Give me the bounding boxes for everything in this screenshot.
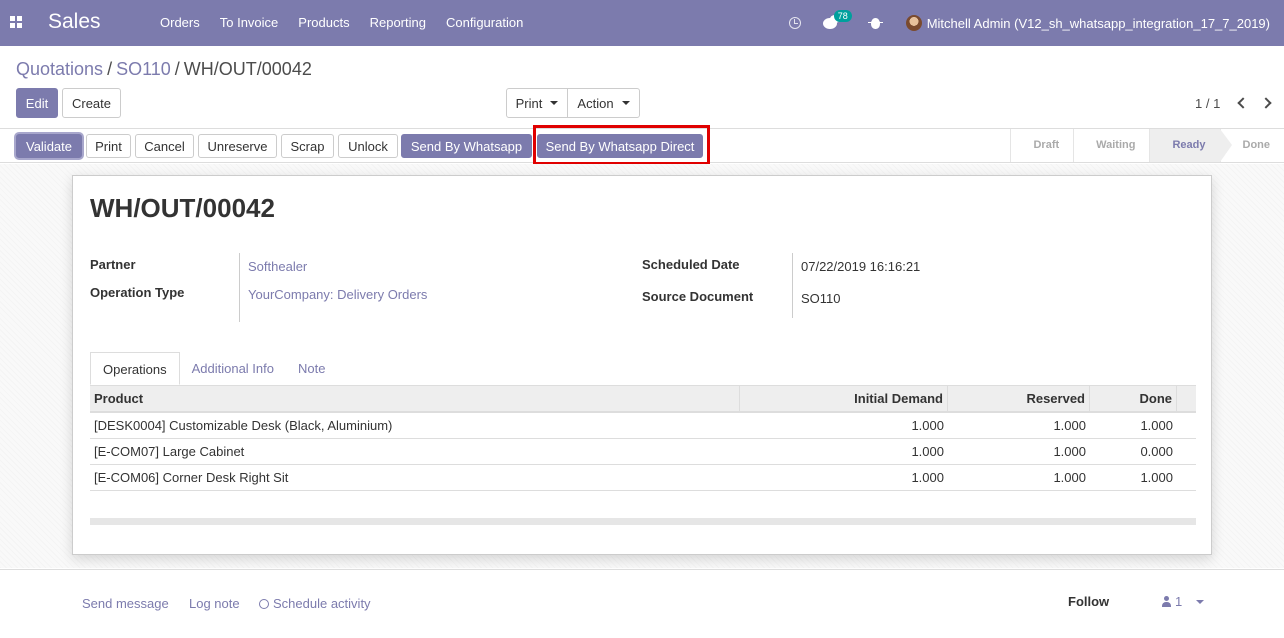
action-dropdown[interactable]: Action [567, 88, 640, 118]
follow-button[interactable]: Follow [1068, 594, 1109, 609]
caret-down-icon [550, 101, 559, 105]
caret-down-icon [621, 101, 630, 105]
cell-product: [DESK0004] Customizable Desk (Black, Alu… [94, 418, 393, 433]
field-divider [792, 253, 793, 318]
pager-next-icon[interactable] [1260, 97, 1272, 109]
pager-previous-icon[interactable] [1237, 97, 1249, 109]
systray: 78 Mitchell Admin (V12_sh_whatsapp_integ… [788, 0, 1270, 46]
main-menu: Orders To Invoice Products Reporting Con… [150, 0, 533, 46]
print-dropdown-label: Print [515, 95, 543, 111]
create-button[interactable]: Create [62, 88, 121, 118]
stage-draft: Draft [1010, 129, 1073, 162]
validate-button[interactable]: Validate [16, 134, 82, 158]
menu-orders[interactable]: Orders [150, 0, 210, 46]
tab-operations[interactable]: Operations [90, 352, 180, 385]
record-title: WH/OUT/00042 [90, 193, 275, 223]
operations-table: Product Initial Demand Reserved Done [DE… [90, 385, 1196, 491]
stage-waiting: Waiting [1073, 129, 1149, 162]
caret-down-icon [1196, 599, 1205, 604]
table-header: Product Initial Demand Reserved Done [90, 385, 1196, 413]
cell-reserved: 1.000 [1053, 444, 1086, 459]
messages-badge: 78 [833, 9, 852, 22]
unlock-button[interactable]: Unlock [338, 134, 398, 158]
tab-additional-info[interactable]: Additional Info [180, 352, 286, 385]
send-by-whatsapp-button[interactable]: Send By Whatsapp [401, 134, 532, 158]
breadcrumb-so[interactable]: SO110 [116, 59, 171, 79]
breadcrumb: Quotations / SO110/WH/OUT/00042 [16, 59, 312, 80]
cell-product: [E-COM06] Corner Desk Right Sit [94, 470, 289, 485]
source-document-value: SO110 [801, 291, 841, 306]
log-note-button[interactable]: Log note [189, 596, 240, 611]
action-dropdown-label: Action [577, 95, 614, 111]
cell-done: 1.000 [1140, 418, 1173, 433]
cell-done: 1.000 [1140, 470, 1173, 485]
form-sheet: WH/OUT/00042 Partner Operation Type Soft… [72, 175, 1212, 555]
unreserve-button[interactable]: Unreserve [198, 134, 277, 158]
print-dropdown[interactable]: Print [506, 88, 568, 118]
schedule-activity-label: Schedule activity [273, 596, 371, 611]
menu-to-invoice[interactable]: To Invoice [210, 0, 289, 46]
breadcrumb-separator: / [174, 59, 180, 79]
schedule-activity-button[interactable]: Schedule activity [259, 596, 371, 611]
followers-count: 1 [1175, 594, 1183, 609]
operation-type-value[interactable]: YourCompany: Delivery Orders [248, 287, 427, 302]
column-extra [1177, 386, 1196, 412]
messages-icon[interactable]: 78 [822, 9, 852, 29]
top-navbar: Sales Orders To Invoice Products Reporti… [0, 0, 1284, 46]
debug-bug-icon[interactable] [867, 17, 883, 29]
notebook-tabs: Operations Additional Info Note [90, 352, 337, 385]
table-row[interactable]: [E-COM06] Corner Desk Right Sit 1.000 1.… [90, 465, 1196, 491]
user-icon [1162, 596, 1171, 607]
breadcrumb-separator: / [107, 59, 113, 79]
activity-clock-icon[interactable] [788, 17, 801, 29]
column-initial-demand[interactable]: Initial Demand [740, 386, 948, 412]
apps-menu-icon[interactable] [10, 16, 22, 28]
scheduled-date-label: Scheduled Date [642, 257, 740, 272]
menu-configuration[interactable]: Configuration [436, 0, 533, 46]
avatar[interactable] [905, 15, 922, 31]
chatter: Send message Log note Schedule activity … [0, 569, 1284, 638]
cell-initial-demand: 1.000 [911, 418, 944, 433]
breadcrumb-current: WH/OUT/00042 [183, 59, 312, 79]
followers-dropdown[interactable]: 1 [1162, 594, 1205, 609]
scrap-button[interactable]: Scrap [281, 134, 334, 158]
table-row[interactable]: [DESK0004] Customizable Desk (Black, Alu… [90, 413, 1196, 439]
partner-value[interactable]: Softhealer [248, 259, 307, 274]
table-footer [90, 518, 1196, 525]
table-row[interactable]: [E-COM07] Large Cabinet 1.000 1.000 0.00… [90, 439, 1196, 465]
column-reserved[interactable]: Reserved [948, 386, 1090, 412]
menu-reporting[interactable]: Reporting [360, 0, 436, 46]
cell-product: [E-COM07] Large Cabinet [94, 444, 245, 459]
cell-reserved: 1.000 [1053, 418, 1086, 433]
stage-pipeline: Draft Waiting Ready Done [1010, 129, 1284, 162]
scheduled-date-value: 07/22/2019 16:16:21 [801, 259, 921, 274]
source-document-label: Source Document [642, 289, 754, 304]
column-product[interactable]: Product [90, 386, 740, 412]
cell-done: 0.000 [1140, 444, 1173, 459]
edit-button[interactable]: Edit [16, 88, 58, 118]
print-button[interactable]: Print [86, 134, 131, 158]
partner-label: Partner [90, 257, 136, 272]
app-name[interactable]: Sales [48, 10, 101, 34]
column-done[interactable]: Done [1090, 386, 1177, 412]
highlight-box [533, 125, 710, 165]
operation-type-label: Operation Type [90, 285, 185, 300]
user-menu[interactable]: Mitchell Admin (V12_sh_whatsapp_integrat… [927, 16, 1270, 31]
cell-initial-demand: 1.000 [911, 444, 944, 459]
cell-initial-demand: 1.000 [911, 470, 944, 485]
cell-reserved: 1.000 [1053, 470, 1086, 485]
pager-value[interactable]: 1 / 1 [1195, 96, 1220, 111]
breadcrumb-quotations[interactable]: Quotations [16, 59, 103, 79]
clock-icon [259, 599, 269, 609]
field-divider [239, 253, 240, 322]
stage-ready: Ready [1149, 129, 1232, 162]
menu-products[interactable]: Products [288, 0, 359, 46]
send-message-button[interactable]: Send message [82, 596, 169, 611]
cancel-button[interactable]: Cancel [135, 134, 194, 158]
tab-note[interactable]: Note [286, 352, 337, 385]
